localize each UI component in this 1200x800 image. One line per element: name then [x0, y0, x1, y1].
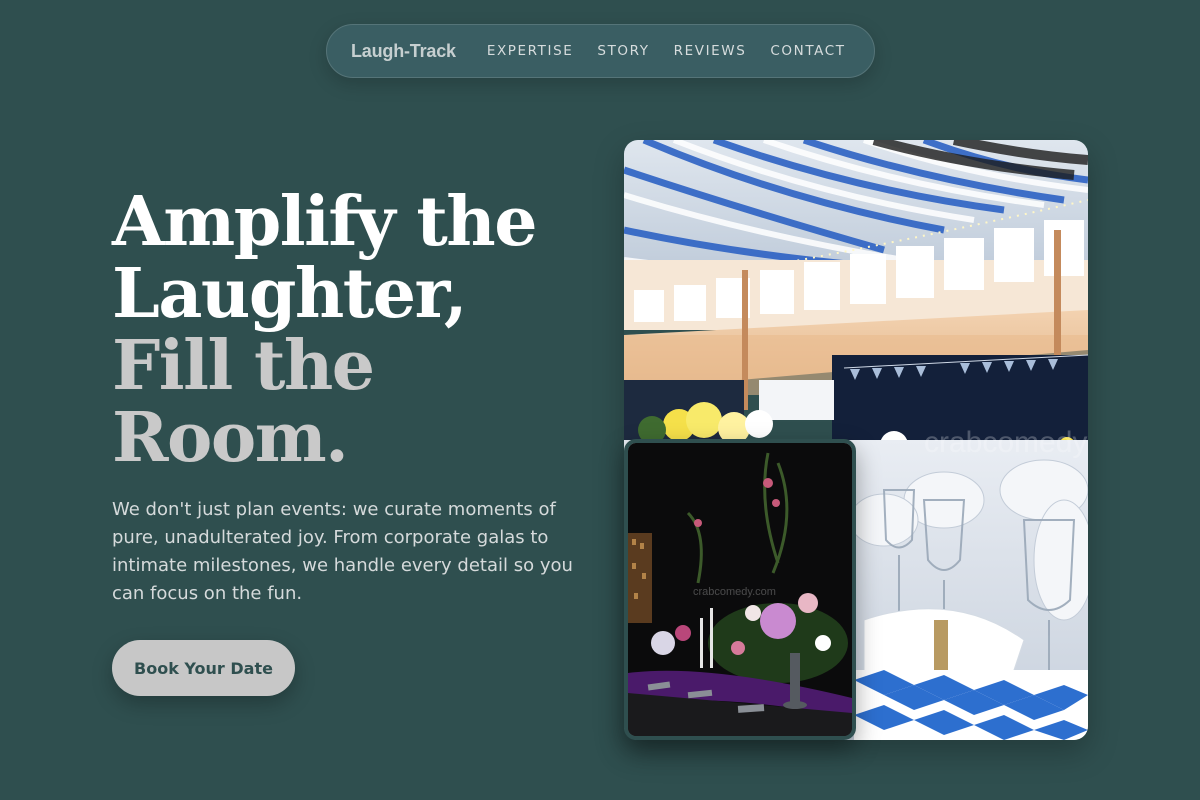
floral-table-illustration: crabcomedy.com	[628, 443, 852, 736]
nav-link-reviews[interactable]: REVIEWS	[674, 43, 747, 59]
brand-logo[interactable]: Laugh-Track	[351, 41, 456, 62]
nav-link-expertise[interactable]: EXPERTISE	[487, 43, 574, 59]
main-photo-watermark: crabcomedy.com	[924, 426, 1088, 459]
hero-title-line-3: Fill the	[112, 326, 375, 406]
hero-title-line-1: Amplify the	[112, 182, 537, 262]
floral-table-photo: crabcomedy.com	[624, 439, 856, 740]
hero-title-line-4: Room.	[112, 398, 349, 478]
nav-link-story[interactable]: STORY	[597, 43, 649, 59]
hero-description: We don't just plan events: we curate mom…	[112, 499, 573, 604]
hero-title: Amplify the Laughter, Fill the Room.	[112, 186, 582, 474]
book-your-date-button[interactable]: Book Your Date	[112, 640, 295, 696]
hero-title-line-2: Laughter,	[112, 254, 468, 334]
top-navigation: Laugh-Track EXPERTISE STORY REVIEWS CONT…	[326, 24, 875, 78]
nav-link-contact[interactable]: CONTACT	[770, 43, 845, 59]
inset-photo-watermark: crabcomedy.com	[693, 586, 776, 598]
